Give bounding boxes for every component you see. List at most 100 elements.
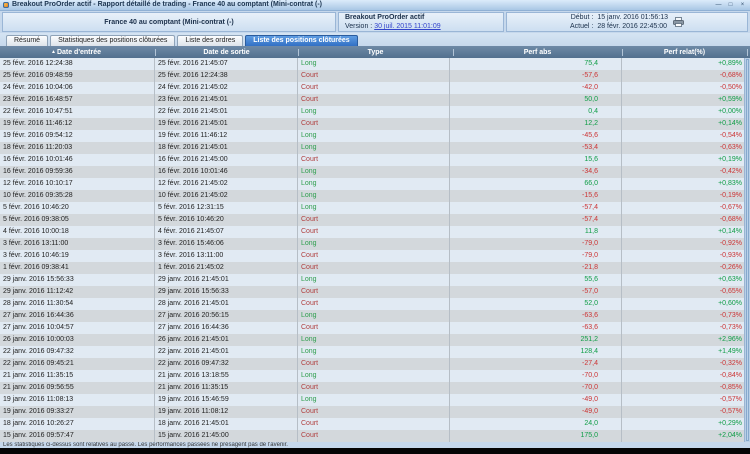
printer-icon[interactable] <box>673 17 684 27</box>
table-row[interactable]: 21 janv. 2016 09:56:55 21 janv. 2016 11:… <box>0 382 750 394</box>
cell-perf-relat: +1,49% <box>622 346 744 358</box>
cell-type: Long <box>298 310 450 322</box>
table-row[interactable]: 18 févr. 2016 11:20:03 18 févr. 2016 21:… <box>0 142 750 154</box>
table-row[interactable]: 22 janv. 2016 09:45:21 22 janv. 2016 09:… <box>0 358 750 370</box>
table-row[interactable]: 12 févr. 2016 10:10:17 12 févr. 2016 21:… <box>0 178 750 190</box>
table-row[interactable]: 22 févr. 2016 10:47:51 22 févr. 2016 21:… <box>0 106 750 118</box>
maximize-button[interactable]: □ <box>726 1 735 10</box>
table-row[interactable]: 29 janv. 2016 15:56:33 29 janv. 2016 21:… <box>0 274 750 286</box>
vertical-scrollbar[interactable] <box>744 58 750 442</box>
cell-date-sortie: 27 janv. 2016 16:44:36 <box>155 322 298 334</box>
cell-date-entree: 22 févr. 2016 10:47:51 <box>0 106 155 118</box>
cell-date-entree: 29 janv. 2016 11:12:42 <box>0 286 155 298</box>
cell-perf-relat: -0,73% <box>622 322 744 334</box>
scrollbar-thumb[interactable] <box>746 59 749 441</box>
cell-type: Court <box>298 94 450 106</box>
table-row[interactable]: 19 janv. 2016 11:08:13 19 janv. 2016 15:… <box>0 394 750 406</box>
start-value: 15 janv. 2016 01:56:13 <box>597 13 668 22</box>
tab[interactable]: Résumé <box>6 35 48 46</box>
cell-date-entree: 23 févr. 2016 16:48:57 <box>0 94 155 106</box>
close-button[interactable]: × <box>738 1 747 10</box>
cell-perf-relat: -0,85% <box>622 382 744 394</box>
table-row[interactable]: 3 févr. 2016 10:46:19 3 févr. 2016 13:11… <box>0 250 750 262</box>
app-icon <box>3 2 9 8</box>
version-date-link[interactable]: 30 juil. 2015 11:01:09 <box>374 23 440 30</box>
cell-date-entree: 18 févr. 2016 11:20:03 <box>0 142 155 154</box>
table-row[interactable]: 28 janv. 2016 11:30:54 28 janv. 2016 21:… <box>0 298 750 310</box>
cell-date-sortie: 22 janv. 2016 21:45:01 <box>155 346 298 358</box>
cell-date-sortie: 16 févr. 2016 10:01:46 <box>155 166 298 178</box>
cell-perf-abs: 15,6 <box>450 154 622 166</box>
table-row[interactable]: 16 févr. 2016 10:01:46 16 févr. 2016 21:… <box>0 154 750 166</box>
cell-type: Long <box>298 130 450 142</box>
sort-ascending-icon: ▲ <box>51 49 56 55</box>
cell-date-sortie: 5 févr. 2016 10:46:20 <box>155 214 298 226</box>
column-header-type[interactable]: Type <box>301 49 450 56</box>
cell-perf-abs: 24,0 <box>450 418 622 430</box>
tab[interactable]: Liste des ordres <box>177 35 243 46</box>
cell-type: Long <box>298 394 450 406</box>
table-row[interactable]: 15 janv. 2016 09:57:47 15 janv. 2016 21:… <box>0 430 750 442</box>
cell-date-entree: 21 janv. 2016 11:35:15 <box>0 370 155 382</box>
table-row[interactable]: 22 janv. 2016 09:47:32 22 janv. 2016 21:… <box>0 346 750 358</box>
cell-date-sortie: 12 févr. 2016 21:45:02 <box>155 178 298 190</box>
table-row[interactable]: 26 janv. 2016 10:00:03 26 janv. 2016 21:… <box>0 334 750 346</box>
cell-type: Long <box>298 190 450 202</box>
table-row[interactable]: 24 févr. 2016 10:04:06 24 févr. 2016 21:… <box>0 82 750 94</box>
cell-type: Court <box>298 262 450 274</box>
cell-perf-abs: 75,4 <box>450 58 622 70</box>
cell-perf-abs: -57,4 <box>450 214 622 226</box>
table-row[interactable]: 1 févr. 2016 09:38:41 1 févr. 2016 21:45… <box>0 262 750 274</box>
cell-type: Long <box>298 166 450 178</box>
cell-perf-abs: -79,0 <box>450 250 622 262</box>
cell-date-sortie: 25 févr. 2016 21:45:07 <box>155 58 298 70</box>
table-row[interactable]: 4 févr. 2016 10:00:18 4 févr. 2016 21:45… <box>0 226 750 238</box>
column-header-perf-abs[interactable]: Perf abs <box>456 49 619 56</box>
cell-perf-abs: -27,4 <box>450 358 622 370</box>
column-header-perf-relat[interactable]: Perf relat(%) <box>625 49 744 56</box>
cell-date-sortie: 10 févr. 2016 21:45:02 <box>155 190 298 202</box>
table-row[interactable]: 19 févr. 2016 09:54:12 19 févr. 2016 11:… <box>0 130 750 142</box>
table-row[interactable]: 27 janv. 2016 16:44:36 27 janv. 2016 20:… <box>0 310 750 322</box>
cell-date-entree: 5 févr. 2016 09:38:05 <box>0 214 155 226</box>
cell-perf-relat: -0,42% <box>622 166 744 178</box>
cell-date-sortie: 26 janv. 2016 21:45:01 <box>155 334 298 346</box>
table-row[interactable]: 5 févr. 2016 10:46:20 5 févr. 2016 12:31… <box>0 202 750 214</box>
tab[interactable]: Statistiques des positions clôturées <box>50 35 175 46</box>
system-version: Version : 30 juil. 2015 11:01:09 <box>345 22 503 31</box>
current-value: 28 févr. 2016 22:45:00 <box>597 22 668 31</box>
cell-type: Court <box>298 118 450 130</box>
cell-perf-relat: +0,59% <box>622 94 744 106</box>
cell-type: Long <box>298 202 450 214</box>
table-row[interactable]: 27 janv. 2016 10:04:57 27 janv. 2016 16:… <box>0 322 750 334</box>
cell-date-sortie: 18 févr. 2016 21:45:01 <box>155 142 298 154</box>
table-row[interactable]: 29 janv. 2016 11:12:42 29 janv. 2016 15:… <box>0 286 750 298</box>
table-row[interactable]: 25 févr. 2016 12:24:38 25 févr. 2016 21:… <box>0 58 750 70</box>
table-row[interactable]: 5 févr. 2016 09:38:05 5 févr. 2016 10:46… <box>0 214 750 226</box>
cell-date-entree: 10 févr. 2016 09:35:28 <box>0 190 155 202</box>
cell-date-entree: 22 janv. 2016 09:47:32 <box>0 346 155 358</box>
cell-date-sortie: 16 févr. 2016 21:45:00 <box>155 154 298 166</box>
column-header-date-entree[interactable]: ▲Date d'entrée <box>0 49 152 56</box>
minimize-button[interactable]: — <box>714 1 723 10</box>
table-row[interactable]: 25 févr. 2016 09:48:59 25 févr. 2016 12:… <box>0 70 750 82</box>
column-header-date-sortie[interactable]: Date de sortie <box>158 49 295 56</box>
cell-perf-abs: 0,4 <box>450 106 622 118</box>
table-row[interactable]: 21 janv. 2016 11:35:15 21 janv. 2016 13:… <box>0 370 750 382</box>
table-row[interactable]: 23 févr. 2016 16:48:57 23 févr. 2016 21:… <box>0 94 750 106</box>
cell-perf-relat: -0,93% <box>622 250 744 262</box>
table-row[interactable]: 19 févr. 2016 11:46:12 19 févr. 2016 21:… <box>0 118 750 130</box>
cell-perf-abs: -57,4 <box>450 202 622 214</box>
tab[interactable]: Liste des positions clôturées <box>245 35 357 46</box>
cell-date-entree: 15 janv. 2016 09:57:47 <box>0 430 155 442</box>
table-row[interactable]: 19 janv. 2016 09:33:27 19 janv. 2016 11:… <box>0 406 750 418</box>
cell-date-sortie: 19 janv. 2016 11:08:12 <box>155 406 298 418</box>
cell-perf-abs: -21,8 <box>450 262 622 274</box>
table-row[interactable]: 16 févr. 2016 09:59:36 16 févr. 2016 10:… <box>0 166 750 178</box>
time-grid: Début : 15 janv. 2016 01:56:13 Actuel : … <box>570 13 668 31</box>
cell-type: Long <box>298 142 450 154</box>
table-row[interactable]: 10 févr. 2016 09:35:28 10 févr. 2016 21:… <box>0 190 750 202</box>
cell-type: Court <box>298 358 450 370</box>
table-row[interactable]: 3 févr. 2016 13:11:00 3 févr. 2016 15:46… <box>0 238 750 250</box>
table-row[interactable]: 18 janv. 2016 10:26:27 18 janv. 2016 21:… <box>0 418 750 430</box>
